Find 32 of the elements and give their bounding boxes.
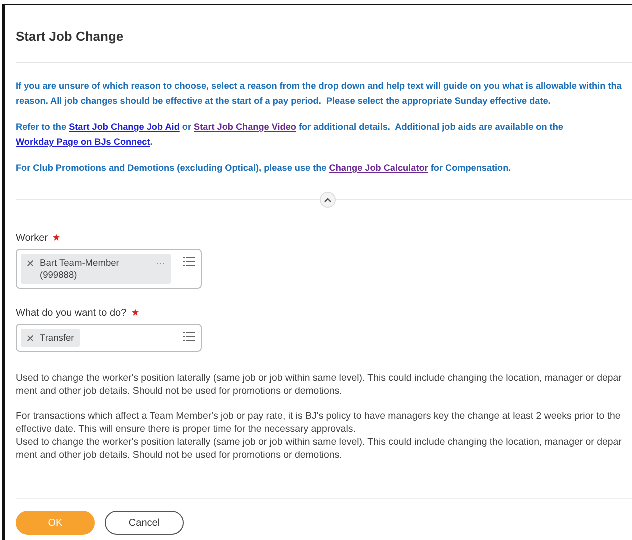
chevron-up-icon	[324, 197, 332, 203]
intro-text: or	[181, 122, 193, 132]
help-text: ment and other job details. Should not be used for promotions or demotions.	[16, 449, 344, 462]
help-link[interactable]: Start Job Change Job Aid	[69, 122, 180, 132]
field-label: Worker	[16, 233, 48, 244]
selected-value: Transfer	[40, 332, 74, 344]
help-text: Used to change the worker's position laterally (same job or job within same level). This could include changing the location, manager or depar	[16, 436, 623, 449]
intro-text: Refer to the	[16, 122, 68, 132]
remove-icon[interactable]	[27, 260, 34, 267]
selected-value: Bart Team-Member (999888)	[40, 257, 120, 281]
help-link[interactable]: Workday Page on BJs Connect	[16, 137, 150, 147]
field-label: What do you want to do?	[16, 308, 127, 319]
cancel-button[interactable]: Cancel	[105, 511, 184, 535]
intro-text: If you are unsure of which reason to choose, select a reason from the drop down and help text will guide on you what is allowable within tha	[16, 81, 622, 91]
help-text: For transactions which affect a Team Member's job or pay rate, it is BJ's policy to have managers key the change at least 2 weeks prior to the	[16, 410, 622, 423]
intro-text: For Club Promotions and Demotions (excluding Optical), please use the	[16, 163, 328, 173]
remove-icon[interactable]	[27, 335, 34, 342]
help-link[interactable]: Start Job Change Video	[194, 122, 296, 132]
intro-text: reason. All job changes should be effective at the start of a pay period. Please select the appropriate Sunday effective date.	[16, 96, 551, 106]
help-text: Used to change the worker's position laterally (same job or job within same level). This could include changing the location, manager or depar	[16, 372, 623, 385]
help-text: ment and other job details. Should not be used for promotions or demotions.	[16, 385, 344, 398]
select-field[interactable]: Transfer	[16, 324, 202, 352]
list-icon[interactable]	[183, 332, 195, 342]
help-link[interactable]: Change Job Calculator	[329, 163, 428, 173]
page-title: Start Job Change	[16, 5, 632, 63]
help-text: effective date. This will ensure there is proper time for the necessary approvals.	[16, 423, 357, 436]
select-field[interactable]: Bart Team-Member (999888) ···	[16, 249, 202, 289]
collapse-button[interactable]	[320, 192, 336, 208]
intro-text: for Compensation.	[430, 163, 512, 173]
list-icon[interactable]	[183, 257, 195, 267]
intro-text: .	[150, 137, 153, 147]
intro-text: for additional details. Additional job aids are available on the	[298, 122, 564, 132]
